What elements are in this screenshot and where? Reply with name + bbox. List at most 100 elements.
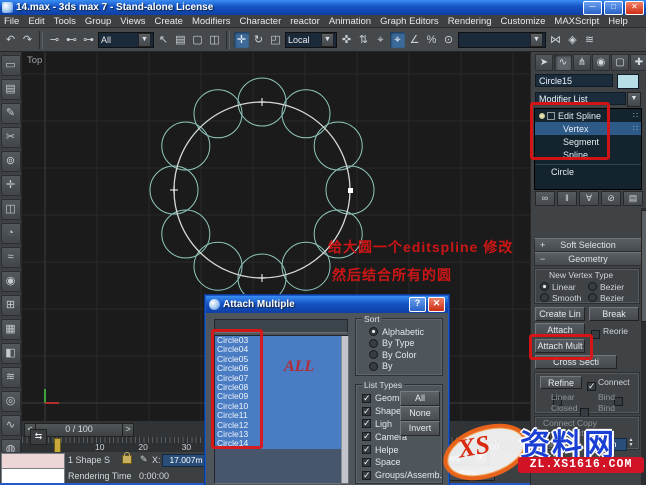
modifier-stack-row[interactable]: Vertex ∷ bbox=[535, 122, 641, 135]
mini-listener-field[interactable] bbox=[1, 468, 65, 484]
refine-button[interactable]: Refine bbox=[540, 376, 582, 389]
macro-recorder-field[interactable] bbox=[1, 453, 65, 469]
menu-item[interactable]: Help bbox=[608, 16, 628, 27]
break-button[interactable]: Break bbox=[589, 307, 639, 321]
select-and-rotate-icon[interactable]: ↻ bbox=[251, 32, 266, 48]
tab-panel-tool-icon[interactable]: ◉ bbox=[0, 271, 21, 292]
tab-hierarchy[interactable]: ⋔ bbox=[573, 54, 591, 71]
select-object-icon[interactable]: ↖ bbox=[156, 32, 171, 48]
stack-tool-icon[interactable]: ∞ bbox=[535, 191, 555, 206]
tab-panel-tool-icon[interactable]: ◎ bbox=[0, 391, 21, 412]
panel-scrollbar-thumb[interactable] bbox=[641, 210, 646, 322]
dropdown-arrow-icon[interactable]: ▼ bbox=[138, 32, 151, 47]
tab-modify[interactable]: ∿ bbox=[554, 54, 572, 71]
rollout-geometry[interactable]: − Geometry bbox=[534, 252, 642, 266]
tab-panel-tool-icon[interactable]: ◫ bbox=[0, 199, 21, 220]
dialog-object-list[interactable]: Circle03 Circle04 Circle05 Circle06 Circle07… bbox=[214, 335, 349, 484]
attach-mult-button[interactable]: Attach Mult bbox=[535, 339, 585, 353]
dialog-name-filter-input[interactable] bbox=[214, 319, 348, 333]
menu-item[interactable]: Character bbox=[240, 16, 282, 27]
layer-manager-icon[interactable]: ≋ bbox=[582, 32, 597, 48]
select-and-link-icon[interactable]: ⊸ bbox=[47, 32, 62, 48]
tab-panel-tool-icon[interactable]: ▦ bbox=[0, 319, 21, 340]
tab-panel-tool-icon[interactable]: ✂ bbox=[0, 127, 21, 148]
undo-icon[interactable]: ↶ bbox=[3, 32, 18, 48]
tab-panel-tool-icon[interactable]: ∿ bbox=[0, 415, 21, 436]
time-slider-handle[interactable]: 0 / 100 bbox=[35, 423, 123, 437]
next-frame-button[interactable]: > bbox=[122, 423, 134, 437]
menu-item[interactable]: MAXScript bbox=[554, 16, 599, 27]
stack-tool-icon[interactable]: ‖ bbox=[557, 191, 577, 206]
align-icon[interactable]: ◈ bbox=[565, 32, 580, 48]
percent-snap-icon[interactable]: % bbox=[424, 32, 439, 48]
dropdown-arrow-icon[interactable]: ▼ bbox=[321, 32, 334, 47]
sort-radio[interactable]: Alphabetic bbox=[369, 327, 424, 337]
stack-tool-icon[interactable]: ▤ bbox=[623, 191, 643, 206]
absolute-mode-icon[interactable]: ✎ bbox=[140, 454, 148, 465]
redo-icon[interactable]: ↷ bbox=[20, 32, 35, 48]
vertex-type-radio[interactable]: Bezier bbox=[588, 282, 636, 292]
bind-first-checkbox[interactable] bbox=[613, 397, 623, 406]
modifier-stack-row[interactable]: Segment ∷ bbox=[535, 135, 641, 148]
menu-item[interactable]: Views bbox=[120, 16, 145, 27]
list-type-checkbox[interactable]: Groups/Assemb. bbox=[362, 470, 442, 481]
list-types-button[interactable]: All bbox=[400, 391, 440, 406]
tab-panel-tool-icon[interactable]: ◧ bbox=[0, 343, 21, 364]
sort-radio[interactable]: By Color bbox=[369, 350, 424, 360]
tab-display[interactable]: ▢ bbox=[611, 54, 629, 71]
object-name-field[interactable]: Circle15 bbox=[535, 74, 613, 87]
stack-tool-icon[interactable]: ∀ bbox=[579, 191, 599, 206]
spinner-arrows-icon[interactable]: ▲ ▼ bbox=[627, 438, 635, 449]
use-pivot-point-icon[interactable]: ✜ bbox=[339, 32, 354, 48]
vertex-type-radio[interactable]: Linear bbox=[540, 282, 588, 292]
menu-item[interactable]: Create bbox=[154, 16, 183, 27]
select-by-name-icon[interactable]: ▤ bbox=[173, 32, 188, 48]
reorient-checkbox[interactable] bbox=[591, 330, 600, 339]
tab-panel-tool-icon[interactable]: ▭ bbox=[0, 55, 21, 76]
create-line-button[interactable]: Create Lin bbox=[535, 307, 585, 321]
menu-item[interactable]: Graph Editors bbox=[380, 16, 439, 27]
list-type-checkbox[interactable]: Helpe bbox=[362, 444, 442, 455]
selection-lock-icon[interactable] bbox=[122, 452, 132, 464]
rollout-soft-selection[interactable]: + Soft Selection bbox=[534, 238, 642, 252]
tab-panel-tool-icon[interactable]: ✎ bbox=[0, 103, 21, 124]
bind-to-space-warp-icon[interactable]: ⊶ bbox=[81, 32, 96, 48]
attach-button[interactable]: Attach bbox=[535, 323, 585, 337]
list-types-button[interactable]: None bbox=[400, 406, 440, 421]
angle-snap-icon[interactable]: ∠ bbox=[407, 32, 422, 48]
object-color-swatch[interactable] bbox=[617, 74, 639, 89]
window-crossing-icon[interactable]: ◫ bbox=[207, 32, 222, 48]
tab-panel-tool-icon[interactable]: ⊚ bbox=[0, 151, 21, 172]
tab-utilities[interactable]: ✚ bbox=[630, 54, 646, 71]
modifier-stack-row[interactable]: Circle ∷ bbox=[535, 164, 641, 178]
tab-motion[interactable]: ◉ bbox=[592, 54, 610, 71]
dialog-title-bar[interactable]: Attach Multiple ? ✕ bbox=[206, 296, 448, 313]
vertex-type-radio[interactable]: Smooth bbox=[540, 293, 588, 303]
menu-item[interactable]: Customize bbox=[501, 16, 546, 27]
menu-item[interactable]: reactor bbox=[290, 16, 320, 27]
dialog-close-button[interactable]: ✕ bbox=[428, 297, 445, 312]
modifier-stack-row[interactable]: Spline ∷ bbox=[535, 148, 641, 161]
menu-item[interactable]: Modifiers bbox=[192, 16, 231, 27]
menu-item[interactable]: File bbox=[4, 16, 19, 27]
sort-radio[interactable]: By Type bbox=[369, 338, 424, 348]
list-scrollbar[interactable] bbox=[341, 336, 348, 483]
dropdown-arrow-icon[interactable]: ▼ bbox=[530, 32, 543, 47]
list-type-checkbox[interactable]: Space bbox=[362, 457, 442, 468]
dropdown-arrow-icon[interactable]: ▼ bbox=[474, 450, 487, 465]
menu-item[interactable]: Animation bbox=[329, 16, 371, 27]
tab-panel-tool-icon[interactable]: ✛ bbox=[0, 175, 21, 196]
menu-item[interactable]: Edit bbox=[28, 16, 44, 27]
list-item[interactable]: Circle14 bbox=[215, 438, 342, 448]
menu-item[interactable]: Tools bbox=[54, 16, 76, 27]
mirror-icon[interactable]: ⋈ bbox=[548, 32, 563, 48]
x-coordinate-field[interactable]: 17.007m bbox=[162, 454, 210, 467]
selection-region-icon[interactable]: ▢ bbox=[190, 32, 205, 48]
snaps-toggle-3d-icon[interactable]: ⌖ bbox=[390, 31, 405, 48]
unlink-selection-icon[interactable]: ⊷ bbox=[64, 32, 79, 48]
selection-filter-dropdown[interactable]: All ▼ bbox=[98, 31, 154, 48]
close-button[interactable]: ✕ bbox=[625, 0, 644, 15]
modifier-stack-row[interactable]: Edit Spline ∷ bbox=[535, 109, 641, 122]
connect-checkbox[interactable] bbox=[587, 381, 596, 392]
visibility-bulb-icon[interactable] bbox=[539, 112, 545, 119]
